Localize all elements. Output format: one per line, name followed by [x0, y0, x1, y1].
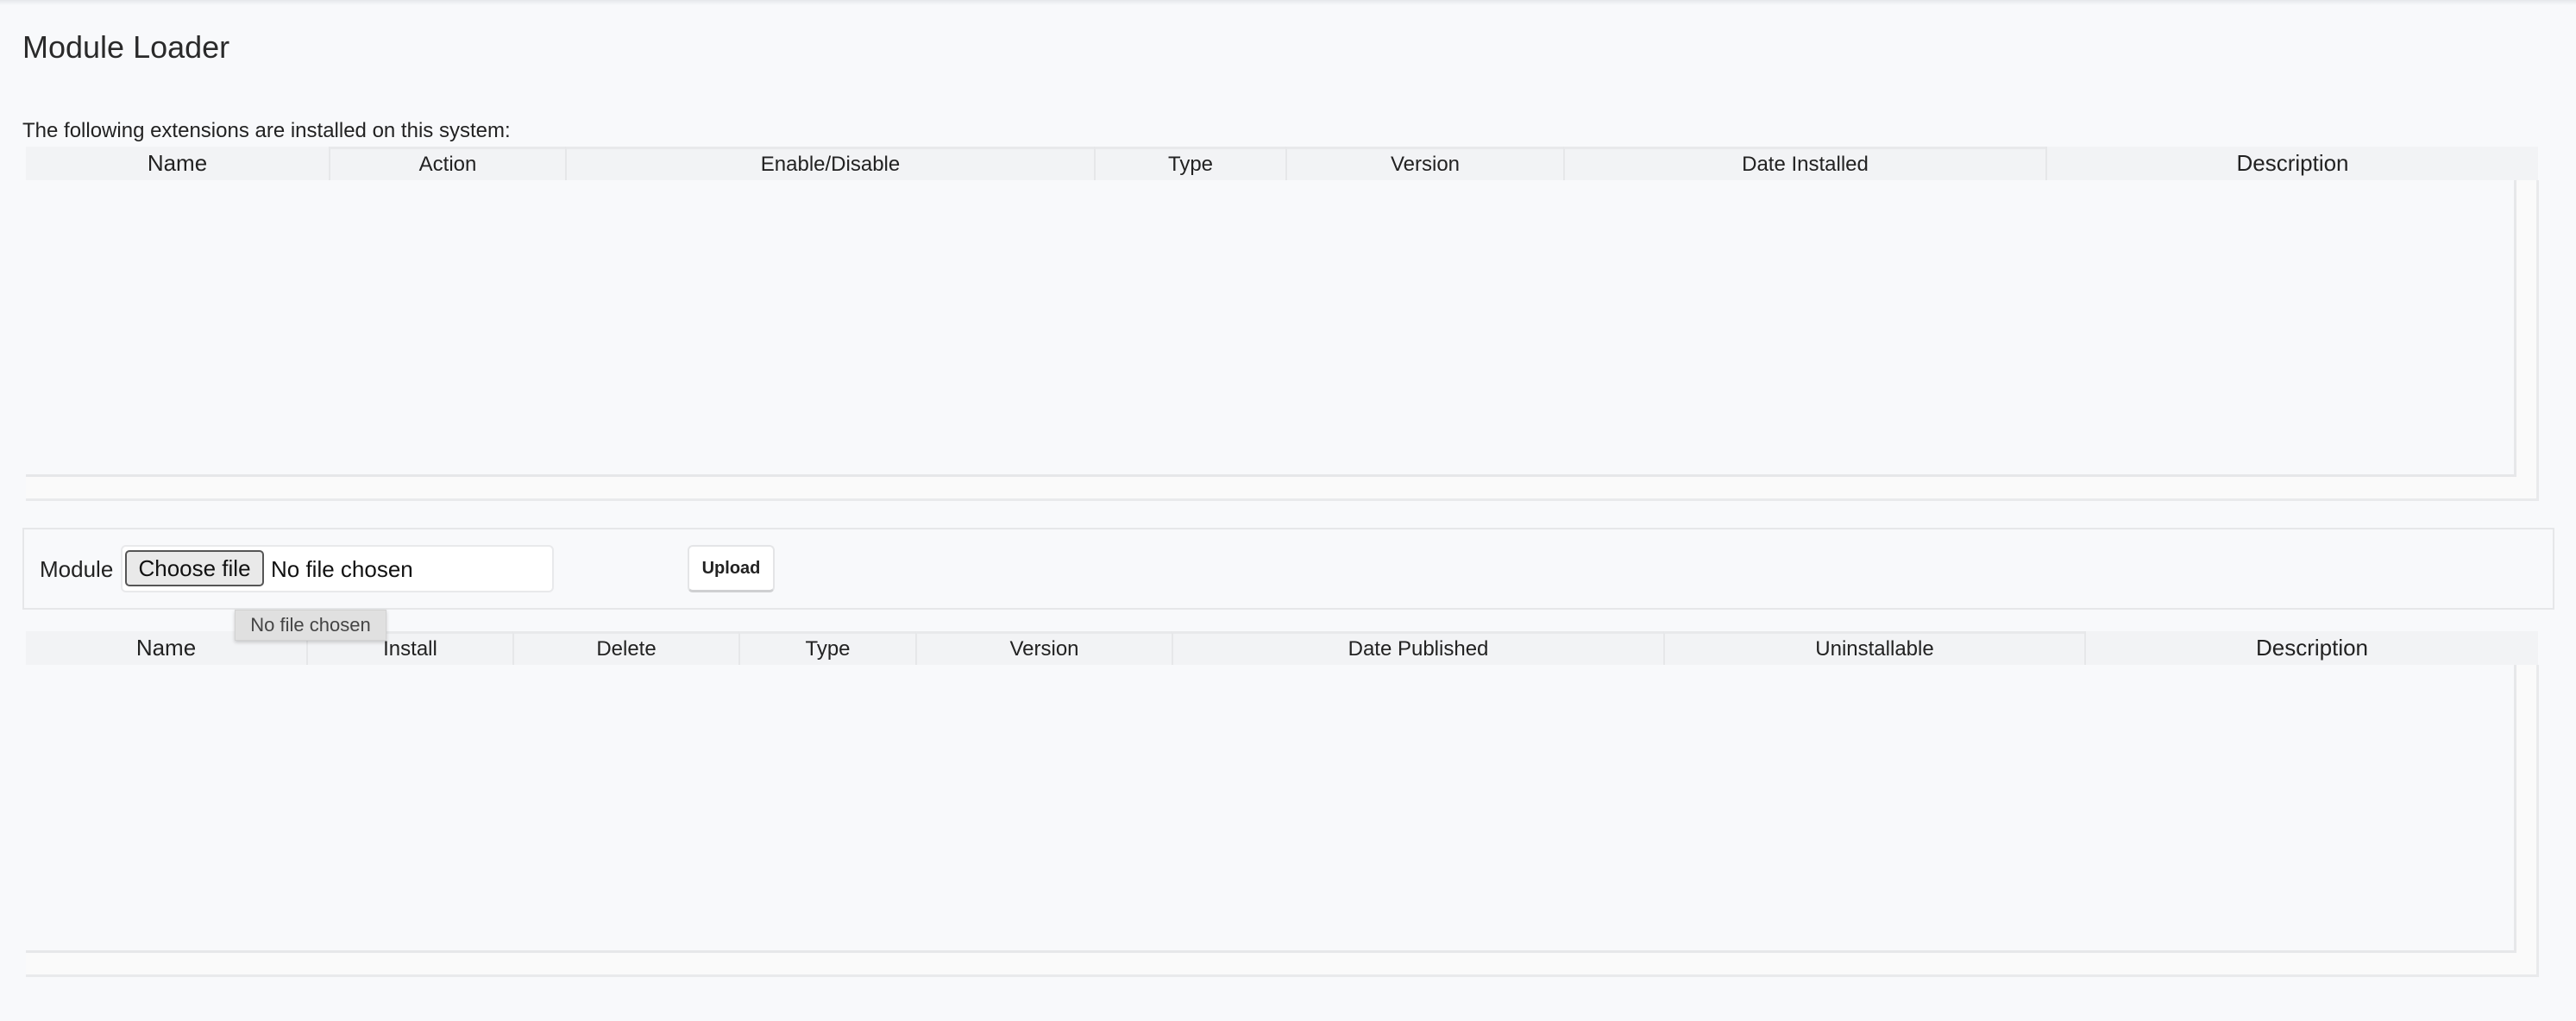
choose-file-button[interactable]: Choose file — [125, 550, 264, 586]
file-input-tooltip: No file chosen — [235, 610, 386, 641]
installed-table-container — [26, 180, 2539, 501]
column-header-name[interactable]: Name — [26, 147, 329, 180]
column-header-description[interactable]: Description — [2045, 147, 2538, 180]
column-header-enable-disable[interactable]: Enable/Disable — [565, 147, 1094, 180]
available-table-container — [26, 665, 2539, 977]
column-header-type[interactable]: Type — [738, 631, 915, 665]
column-header-version[interactable]: Version — [1285, 147, 1563, 180]
column-header-delete[interactable]: Delete — [512, 631, 738, 665]
column-header-action[interactable]: Action — [329, 147, 565, 180]
column-header-date-published[interactable]: Date Published — [1172, 631, 1663, 665]
installed-intro-text: The following extensions are installed o… — [22, 119, 511, 142]
page-title: Module Loader — [22, 29, 230, 65]
top-shadow — [0, 0, 2576, 5]
file-status-text: No file chosen — [271, 556, 413, 582]
installed-table-body[interactable] — [26, 180, 2516, 477]
column-header-date-installed[interactable]: Date Installed — [1563, 147, 2045, 180]
column-header-description[interactable]: Description — [2084, 631, 2538, 665]
upload-button[interactable]: Upload — [688, 545, 775, 592]
available-table-body[interactable] — [26, 665, 2516, 953]
installed-table-header: Name Action Enable/Disable Type Version … — [26, 147, 2538, 180]
column-header-uninstallable[interactable]: Uninstallable — [1663, 631, 2084, 665]
column-header-version[interactable]: Version — [915, 631, 1172, 665]
available-table-header: Name Install Delete Type Version Date Pu… — [26, 631, 2538, 665]
module-label: Module — [40, 556, 114, 582]
column-header-type[interactable]: Type — [1094, 147, 1285, 180]
